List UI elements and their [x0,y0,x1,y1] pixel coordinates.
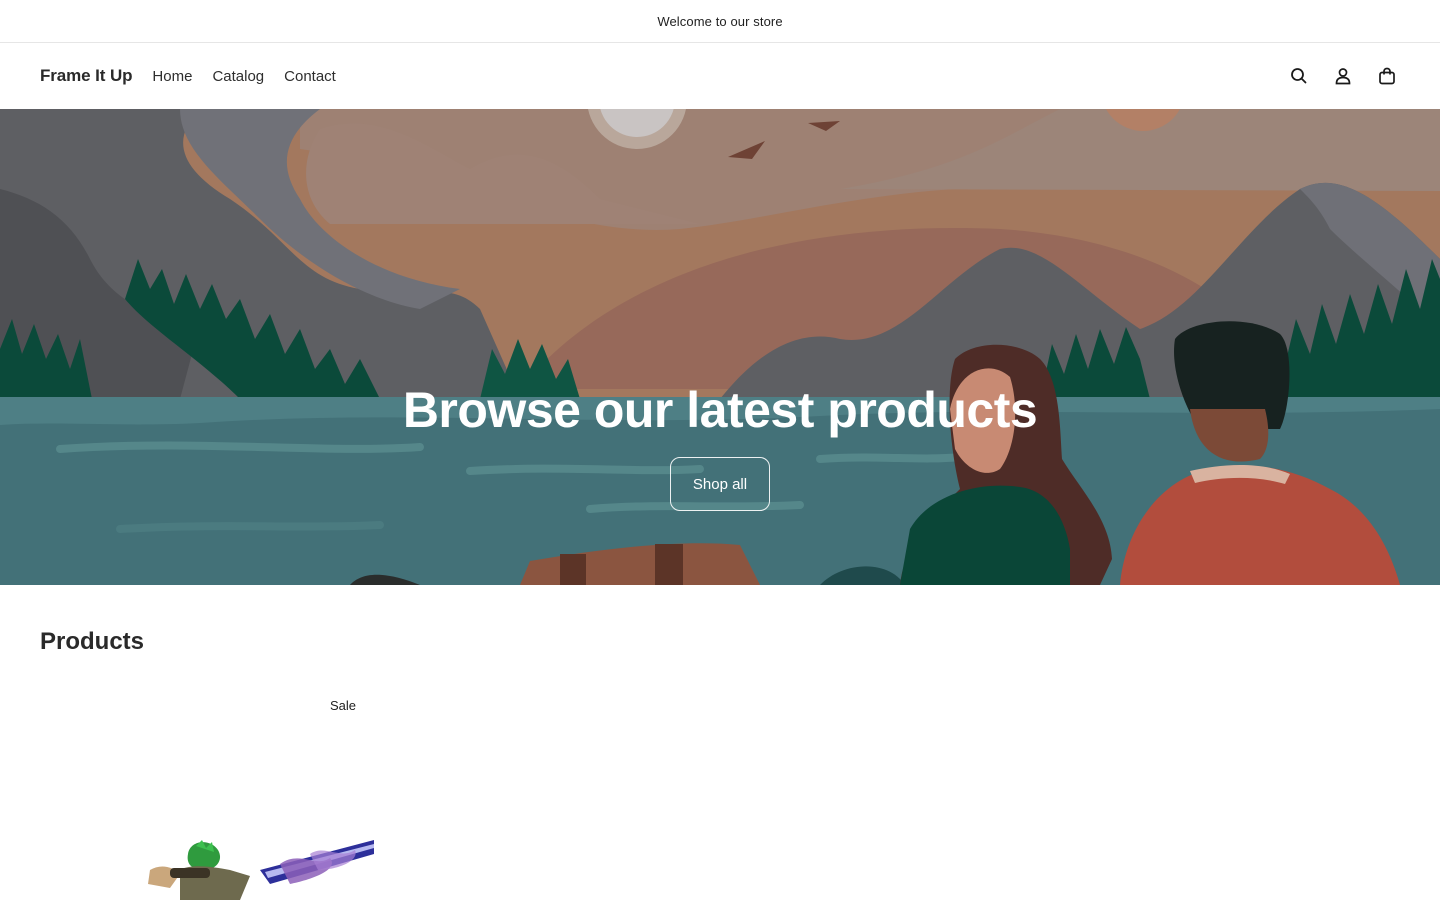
announcement-text: Welcome to our store [657,13,783,29]
hero-banner: Browse our latest products Shop all [0,109,1440,585]
cart-icon[interactable] [1376,65,1398,87]
main-nav: Home Catalog Contact [152,68,345,85]
products-heading: Products [40,628,145,655]
nav-contact[interactable]: Contact [274,68,346,85]
nav-catalog[interactable]: Catalog [202,68,274,85]
nav-home[interactable]: Home [152,68,202,85]
announcement-bar: Welcome to our store [0,0,1440,43]
sale-badge: Sale [330,698,357,713]
hero-title: Browse our latest products [402,382,1038,438]
product-image[interactable] [140,840,374,900]
header-icons [1288,65,1398,87]
shop-all-button[interactable]: Shop all [670,457,770,511]
site-header: Frame It Up Home Catalog Contact [0,43,1440,109]
store-logo[interactable]: Frame It Up [40,66,133,86]
account-icon[interactable] [1332,65,1354,87]
search-icon[interactable] [1288,65,1310,87]
product-card[interactable]: Sale [40,690,374,900]
hero-content: Browse our latest products Shop all [0,109,1440,585]
